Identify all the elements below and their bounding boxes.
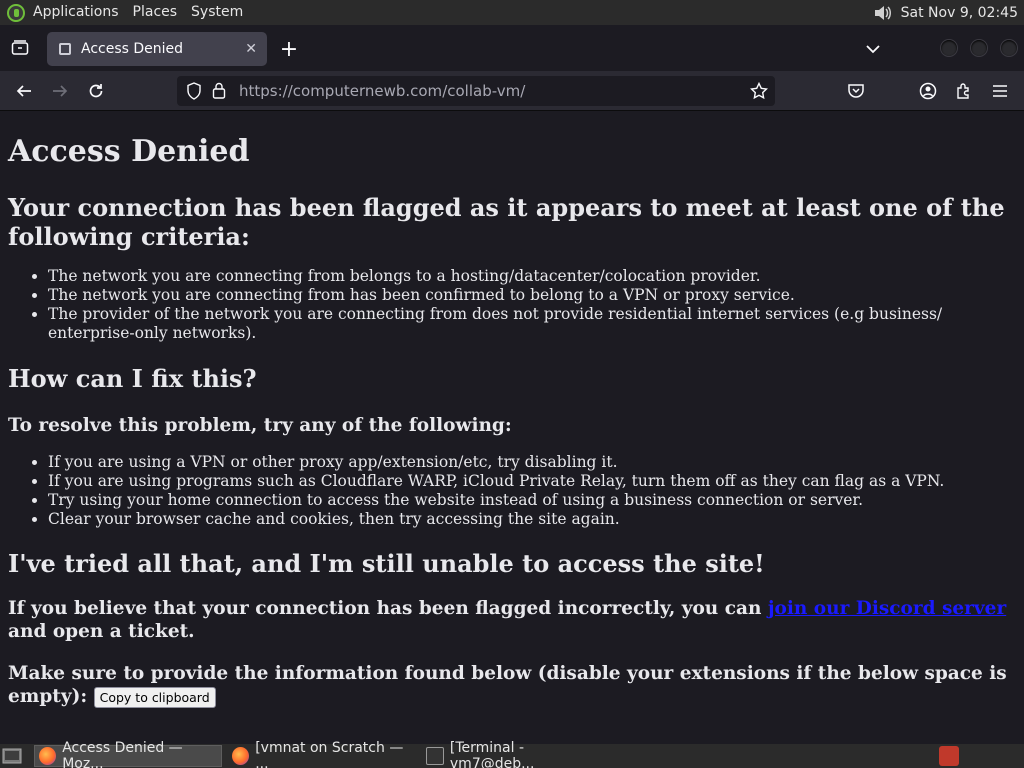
bottom-taskbar: Access Denied — Moz... [vmnat on Scratch… [0, 740, 1024, 768]
maximize-window-button[interactable] [971, 40, 987, 56]
padlock-icon[interactable] [212, 82, 226, 103]
hamburger-menu-icon[interactable] [988, 79, 1012, 103]
taskbar-item-vmnat[interactable]: [vmnat on Scratch — ... [228, 740, 414, 768]
provide-info-paragraph: Make sure to provide the information fou… [8, 663, 1007, 708]
gnome-menu-icon[interactable] [7, 3, 25, 22]
system-menu[interactable]: System [191, 0, 251, 25]
firefox-icon [232, 747, 250, 765]
firefox-tray-icon[interactable] [939, 746, 959, 766]
url-text[interactable]: https://computernewb.com/collab-vm/ [239, 82, 525, 100]
reload-icon[interactable] [84, 79, 108, 103]
page-favicon-icon [57, 41, 73, 57]
taskbar-item-terminal[interactable]: [Terminal - vm7@deb... [422, 740, 612, 768]
account-icon[interactable] [916, 79, 940, 103]
page-title: Access Denied [8, 134, 250, 169]
tab-title: Access Denied [81, 41, 184, 57]
list-item: The network you are connecting from belo… [48, 267, 1016, 286]
firefox-view-icon[interactable] [2, 30, 38, 66]
list-item: Try using your home connection to access… [48, 491, 1016, 510]
top-panel: Applications Places System Sat Nov 9, 02… [0, 0, 1024, 25]
firefox-icon [39, 747, 57, 765]
back-arrow-icon[interactable] [12, 79, 36, 103]
applications-menu[interactable]: Applications [33, 0, 127, 25]
minimize-window-button[interactable] [941, 40, 957, 56]
incorrect-flag-paragraph: If you believe that your connection has … [8, 598, 1007, 642]
pocket-icon[interactable] [844, 79, 868, 103]
navigation-toolbar: https://computernewb.com/collab-vm/ [0, 71, 1024, 111]
close-window-button[interactable] [1001, 40, 1017, 56]
fix-heading: How can I fix this? [8, 364, 257, 393]
url-bar[interactable]: https://computernewb.com/collab-vm/ [177, 76, 775, 106]
tried-heading: I've tried all that, and I'm still unabl… [8, 549, 765, 578]
tracking-protection-shield-icon[interactable] [186, 82, 202, 104]
places-menu[interactable]: Places [133, 0, 186, 25]
list-item: The network you are connecting from has … [48, 286, 1016, 305]
list-item: If you are using a VPN or other proxy ap… [48, 453, 1016, 472]
list-item: Clear your browser cache and cookies, th… [48, 510, 1016, 529]
bookmark-star-icon[interactable] [749, 81, 769, 104]
criteria-list: The network you are connecting from belo… [48, 267, 1016, 343]
clock[interactable]: Sat Nov 9, 02:45 [901, 5, 1018, 21]
copy-to-clipboard-button[interactable]: Copy to clipboard [93, 686, 216, 708]
terminal-icon [426, 747, 444, 765]
list-item: If you are using programs such as Cloudf… [48, 472, 1016, 491]
discord-server-link[interactable]: join our Discord server [768, 598, 1006, 619]
extensions-puzzle-icon[interactable] [952, 79, 976, 103]
tab-access-denied[interactable]: Access Denied ✕ [47, 32, 267, 66]
list-item: The provider of the network you are conn… [48, 305, 1016, 343]
volume-icon[interactable] [873, 4, 893, 22]
show-desktop-icon[interactable] [2, 747, 22, 768]
flag-heading: Your connection has been flagged as it a… [8, 193, 1005, 251]
list-all-tabs-chevron-down-icon[interactable] [862, 38, 884, 60]
new-tab-button[interactable]: + [275, 36, 303, 62]
resolve-heading: To resolve this problem, try any of the … [8, 415, 512, 436]
tab-close-icon[interactable]: ✕ [245, 41, 257, 57]
page-content: Access Denied Your connection has been f… [0, 112, 1024, 744]
fixes-list: If you are using a VPN or other proxy ap… [48, 453, 1016, 529]
taskbar-item-firefox[interactable]: Access Denied — Moz... [34, 740, 222, 768]
forward-arrow-icon[interactable] [48, 79, 72, 103]
